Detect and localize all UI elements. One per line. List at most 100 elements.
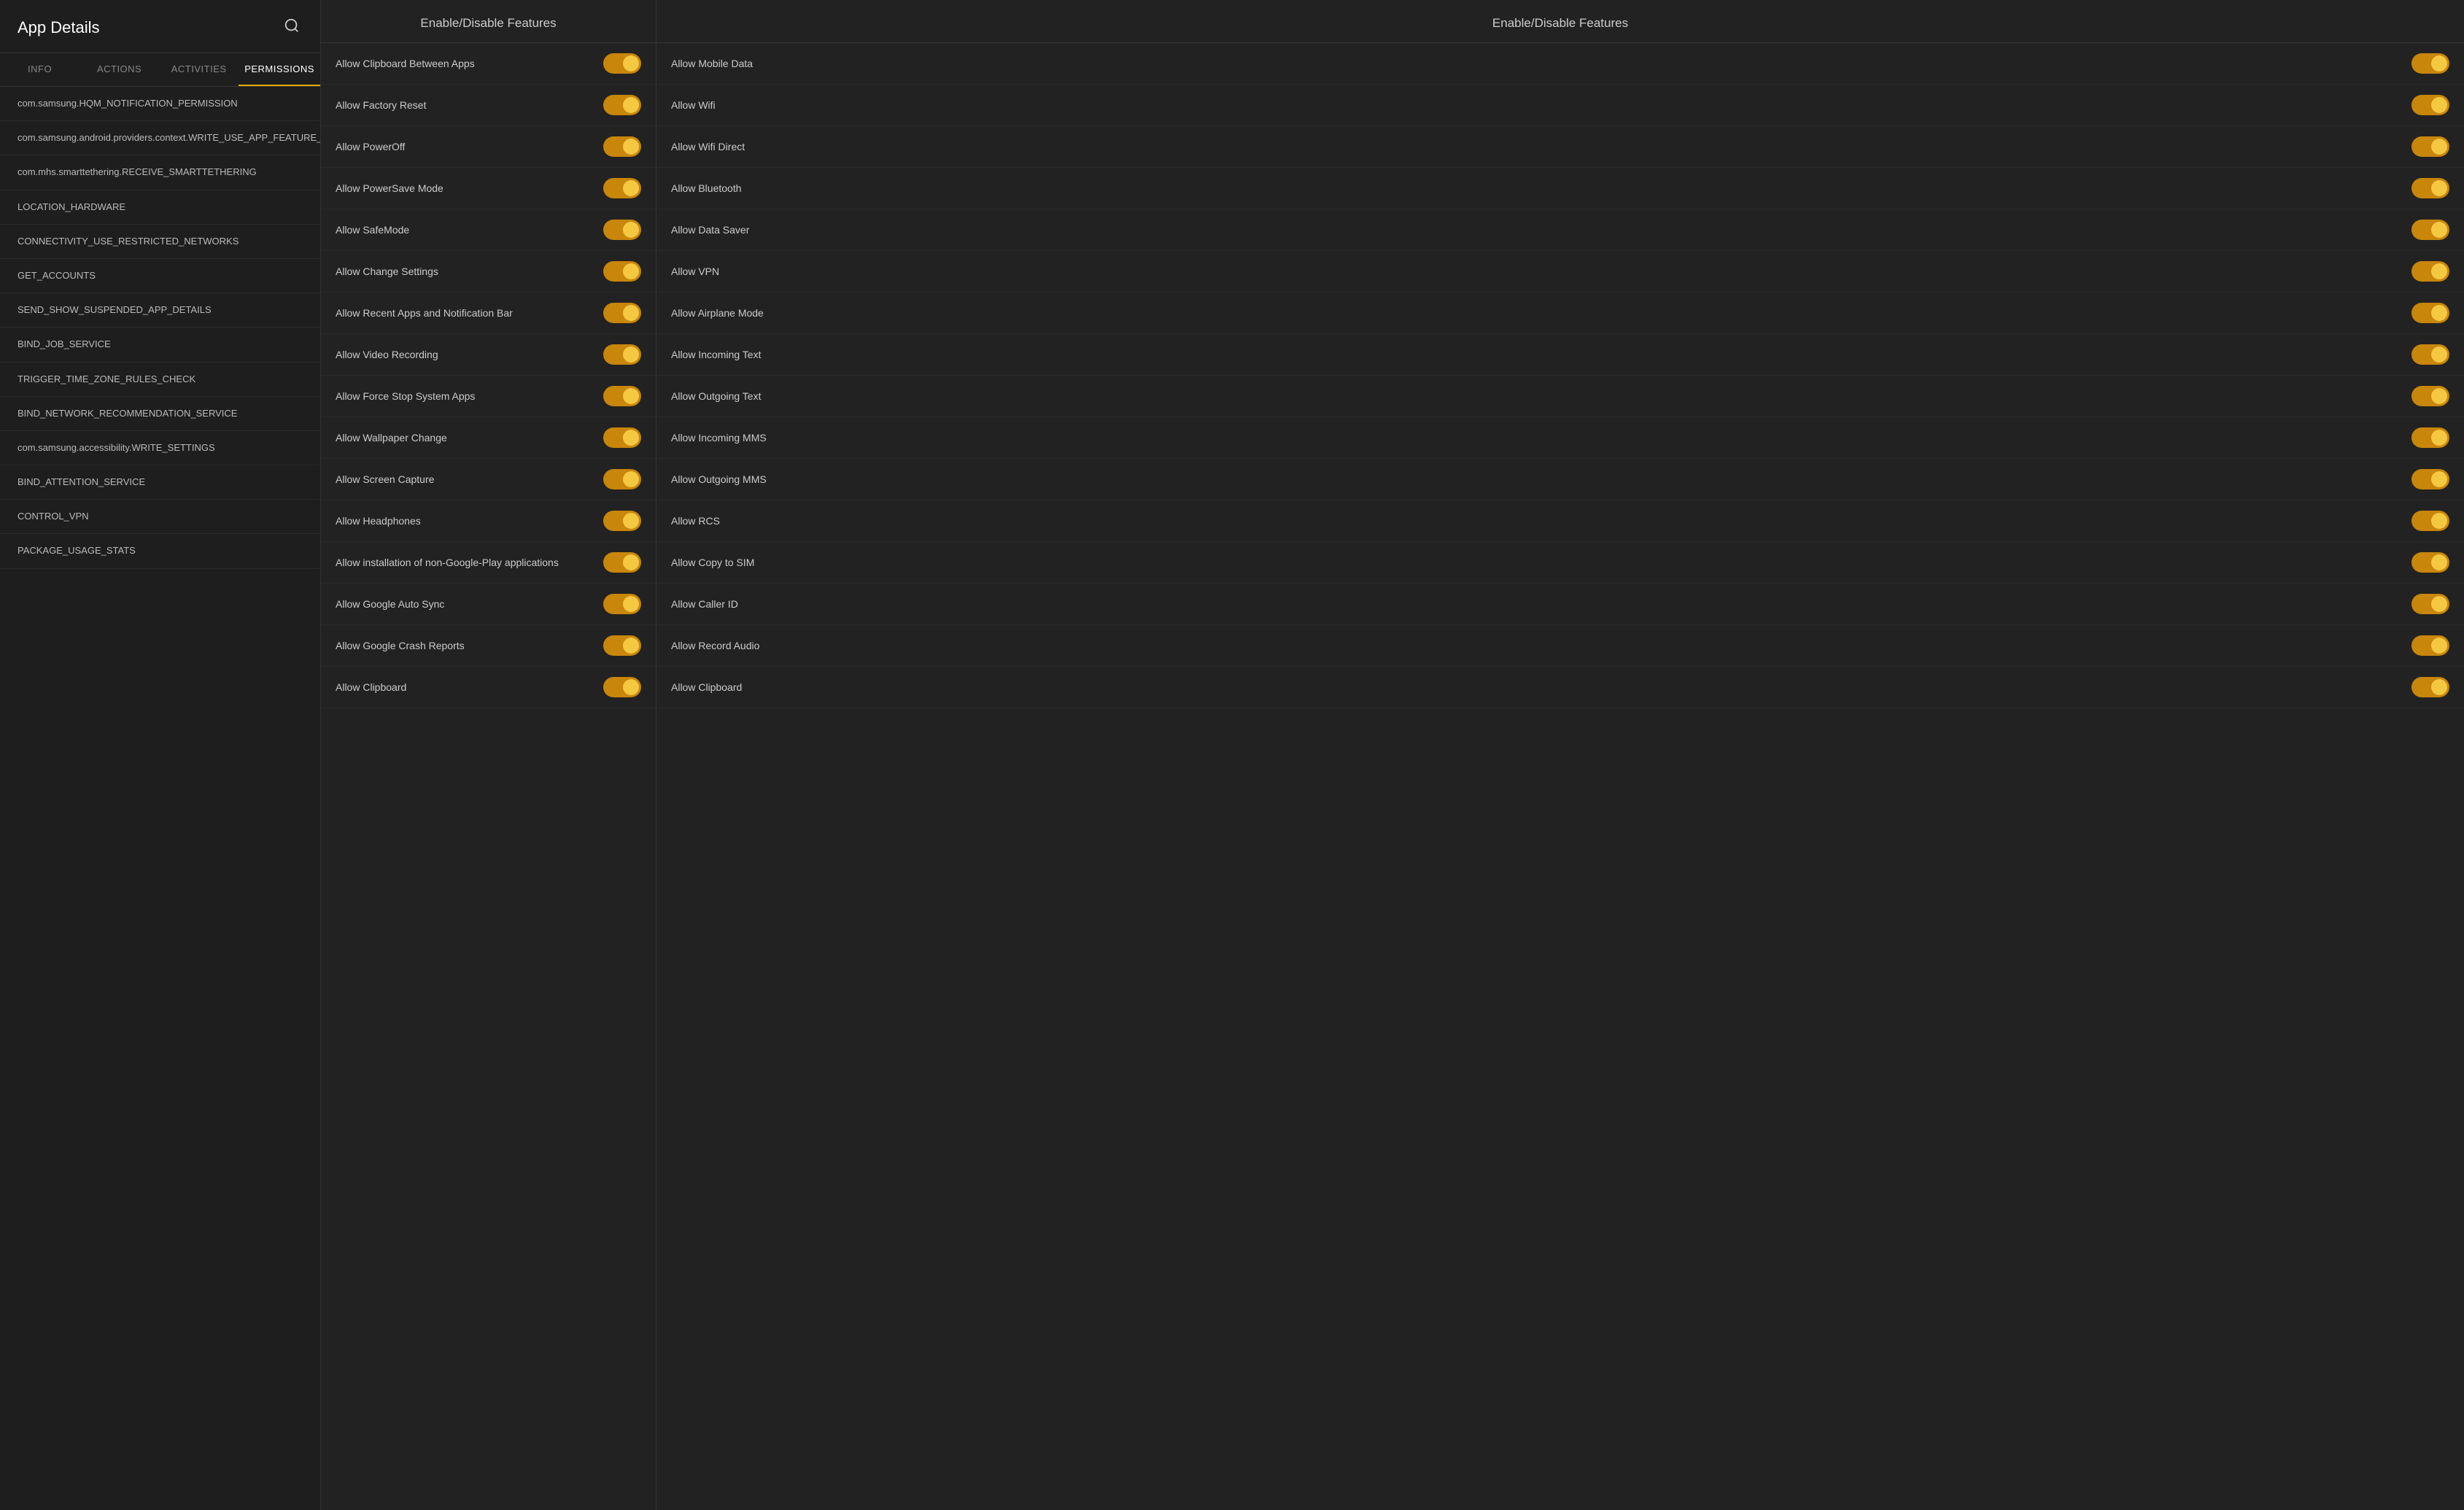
toggle-thumb — [623, 471, 639, 487]
toggle-thumb — [623, 97, 639, 113]
toggle-switch[interactable] — [603, 427, 641, 448]
toggle-switch[interactable] — [2411, 53, 2449, 74]
toggle-switch[interactable] — [2411, 220, 2449, 240]
feature-item: Allow SafeMode — [321, 209, 656, 251]
toggle-switch[interactable] — [603, 178, 641, 198]
toggle-track — [603, 220, 641, 240]
toggle-switch[interactable] — [603, 136, 641, 157]
toggle-track — [603, 552, 641, 573]
left-panel: App Details INFOACTIONSACTIVITIESPERMISS… — [0, 0, 321, 1510]
toggle-switch[interactable] — [603, 303, 641, 323]
toggle-switch[interactable] — [2411, 511, 2449, 531]
feature-label: Allow PowerOff — [336, 141, 405, 152]
toggle-track — [603, 136, 641, 157]
toggle-switch[interactable] — [603, 344, 641, 365]
feature-item: Allow Factory Reset — [321, 85, 656, 126]
feature-item: Allow Clipboard Between Apps — [321, 43, 656, 85]
right-panel-header: Enable/Disable Features — [656, 0, 2464, 43]
feature-item: Allow Outgoing Text — [656, 376, 2464, 417]
toggle-switch[interactable] — [2411, 552, 2449, 573]
toggle-switch[interactable] — [603, 677, 641, 697]
toggle-track — [2411, 136, 2449, 157]
toggle-switch[interactable] — [603, 261, 641, 282]
toggle-thumb — [2431, 139, 2447, 155]
left-header: App Details — [0, 0, 320, 53]
toggle-switch[interactable] — [2411, 635, 2449, 656]
tab-activities[interactable]: ACTIVITIES — [159, 53, 239, 86]
toggle-track — [603, 53, 641, 74]
toggle-switch[interactable] — [603, 594, 641, 614]
toggle-track — [603, 261, 641, 282]
toggle-switch[interactable] — [603, 95, 641, 115]
toggle-switch[interactable] — [2411, 594, 2449, 614]
feature-label: Allow Force Stop System Apps — [336, 390, 475, 402]
feature-label: Allow Google Auto Sync — [336, 598, 444, 610]
toggle-track — [2411, 469, 2449, 489]
toggle-switch[interactable] — [2411, 261, 2449, 282]
toggle-thumb — [2431, 97, 2447, 113]
feature-item: Allow Incoming Text — [656, 334, 2464, 376]
toggle-switch[interactable] — [603, 552, 641, 573]
feature-item: Allow Video Recording — [321, 334, 656, 376]
feature-label: Allow Bluetooth — [671, 182, 742, 194]
toggle-switch[interactable] — [2411, 427, 2449, 448]
tab-permissions[interactable]: PERMISSIONS — [239, 53, 320, 86]
feature-item: Allow Clipboard — [656, 667, 2464, 708]
feature-item: Allow Bluetooth — [656, 168, 2464, 209]
permission-item: LOCATION_HARDWARE — [0, 190, 320, 225]
feature-label: Allow Wifi — [671, 99, 716, 111]
toggle-track — [603, 344, 641, 365]
feature-label: Allow Google Crash Reports — [336, 640, 465, 651]
toggle-track — [2411, 386, 2449, 406]
toggle-switch[interactable] — [2411, 178, 2449, 198]
toggle-switch[interactable] — [603, 386, 641, 406]
feature-item: Allow Screen Capture — [321, 459, 656, 500]
toggle-switch[interactable] — [2411, 136, 2449, 157]
page-title: App Details — [18, 18, 100, 37]
toggle-switch[interactable] — [2411, 386, 2449, 406]
toggle-switch[interactable] — [2411, 95, 2449, 115]
search-button[interactable] — [281, 15, 303, 41]
toggle-track — [2411, 427, 2449, 448]
toggle-track — [603, 427, 641, 448]
toggle-thumb — [2431, 55, 2447, 71]
tab-actions[interactable]: ACTIONS — [80, 53, 159, 86]
toggle-track — [603, 303, 641, 323]
tab-info[interactable]: INFO — [0, 53, 80, 86]
toggle-thumb — [623, 596, 639, 612]
feature-label: Allow Change Settings — [336, 266, 438, 277]
feature-item: Allow Data Saver — [656, 209, 2464, 251]
toggle-switch[interactable] — [2411, 344, 2449, 365]
permission-item: BIND_ATTENTION_SERVICE — [0, 465, 320, 500]
toggle-switch[interactable] — [603, 53, 641, 74]
search-icon — [284, 18, 300, 34]
toggle-switch[interactable] — [603, 220, 641, 240]
feature-label: Allow Record Audio — [671, 640, 759, 651]
permission-item: BIND_JOB_SERVICE — [0, 328, 320, 362]
toggle-thumb — [2431, 679, 2447, 695]
toggle-switch[interactable] — [2411, 303, 2449, 323]
feature-item: Allow installation of non-Google-Play ap… — [321, 542, 656, 584]
toggle-track — [603, 594, 641, 614]
feature-item: Allow Incoming MMS — [656, 417, 2464, 459]
feature-label: Allow Outgoing MMS — [671, 473, 767, 485]
toggle-thumb — [623, 513, 639, 529]
toggle-switch[interactable] — [603, 511, 641, 531]
toggle-switch[interactable] — [2411, 677, 2449, 697]
feature-item: Allow Google Crash Reports — [321, 625, 656, 667]
feature-label: Allow PowerSave Mode — [336, 182, 443, 194]
toggle-track — [603, 386, 641, 406]
permission-item: com.samsung.accessibility.WRITE_SETTINGS — [0, 431, 320, 465]
feature-label: Allow Caller ID — [671, 598, 738, 610]
feature-item: Allow VPN — [656, 251, 2464, 293]
toggle-switch[interactable] — [603, 469, 641, 489]
toggle-switch[interactable] — [603, 635, 641, 656]
toggle-track — [603, 178, 641, 198]
feature-label: Allow SafeMode — [336, 224, 409, 236]
toggle-thumb — [623, 679, 639, 695]
toggle-track — [603, 95, 641, 115]
feature-item: Allow Wifi — [656, 85, 2464, 126]
toggle-thumb — [2431, 596, 2447, 612]
toggle-switch[interactable] — [2411, 469, 2449, 489]
permission-item: BIND_NETWORK_RECOMMENDATION_SERVICE — [0, 397, 320, 431]
